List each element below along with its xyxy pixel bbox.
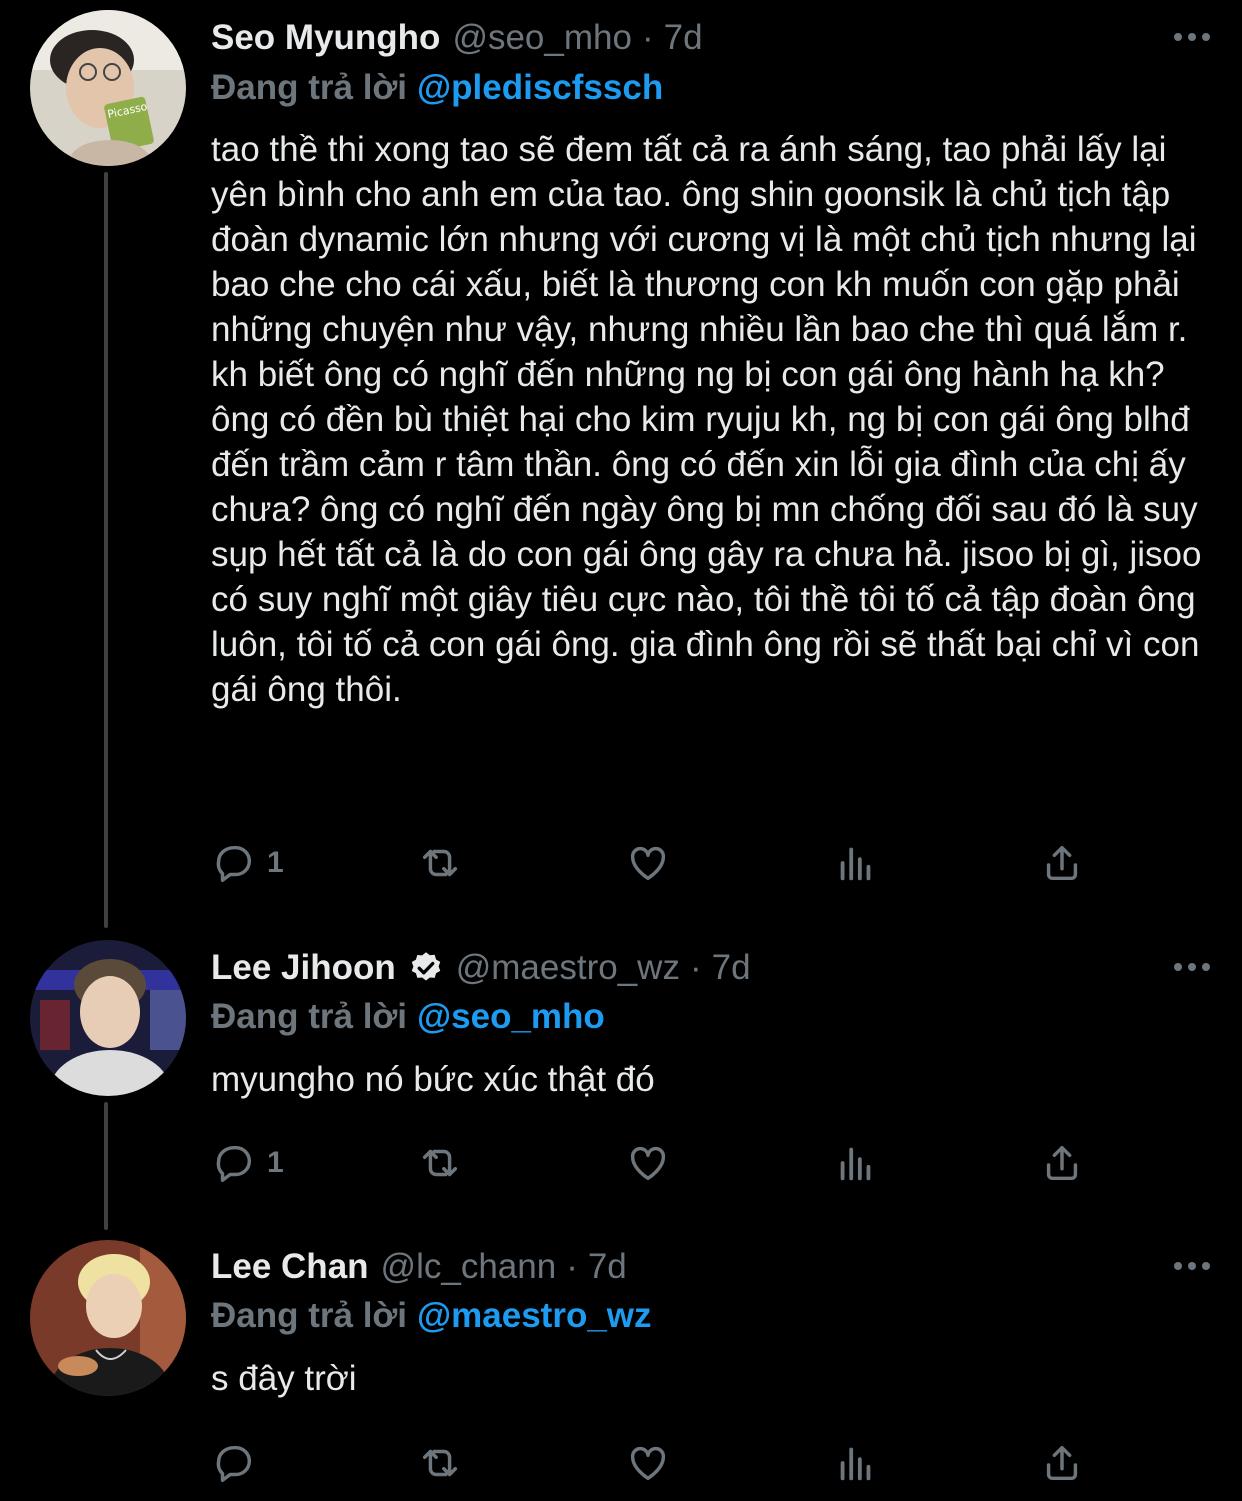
more-icon[interactable]: [1172, 947, 1212, 987]
retweet-icon: [422, 1449, 458, 1477]
tweet-header: Lee Jihoon @maestro_wz · 7d: [211, 943, 1182, 993]
reply-button[interactable]: 1: [211, 838, 284, 888]
retweet-button[interactable]: [417, 1438, 463, 1488]
replying-label: Đang trả lời: [211, 997, 408, 1036]
like-icon: [630, 846, 666, 881]
retweet-button[interactable]: [417, 838, 463, 888]
separator-dot: ·: [566, 1247, 578, 1286]
analytics-icon: [840, 1447, 871, 1481]
like-icon: [630, 1146, 666, 1181]
like-button[interactable]: [625, 1138, 671, 1188]
reply-count: 1: [267, 1146, 284, 1179]
retweet-icon: [422, 849, 458, 877]
share-icon: [1046, 845, 1078, 881]
analytics-icon: [840, 1147, 871, 1181]
replying-to: Đang trả lời @maestro_wz: [211, 1291, 652, 1341]
tweet-header: Seo Myungho @seo_mho · 7d: [211, 13, 1182, 63]
tweet-text: s đây trời: [211, 1359, 357, 1398]
reply-count: 1: [267, 846, 284, 879]
user-handle[interactable]: @lc_chann: [381, 1242, 557, 1292]
user-handle[interactable]: @seo_mho: [452, 13, 632, 63]
tweet-actions: [211, 1438, 1091, 1488]
share-icon: [1046, 1145, 1078, 1181]
analytics-button[interactable]: [833, 838, 879, 888]
share-button[interactable]: [1039, 1138, 1085, 1188]
reply-icon: [216, 845, 252, 882]
reply-icon: [216, 1145, 252, 1182]
display-name[interactable]: Lee Jihoon: [211, 943, 396, 993]
share-icon: [1046, 1445, 1078, 1481]
reply-button[interactable]: 1: [211, 1138, 284, 1188]
like-icon: [630, 1446, 666, 1481]
mention-link[interactable]: @maestro_wz: [417, 1296, 652, 1335]
replying-to: Đang trả lời @seo_mho: [211, 992, 605, 1042]
separator-dot: ·: [689, 948, 702, 987]
tweet-text: myungho nó bức xúc thật đó: [211, 1060, 655, 1099]
user-handle[interactable]: @maestro_wz: [456, 943, 680, 993]
tweet-header: Lee Chan @lc_chann · 7d: [211, 1242, 1182, 1292]
display-name[interactable]: Lee Chan: [211, 1242, 369, 1292]
reply-thread: Picasso Seo Myungho @seo_mho · 7d Đang t…: [0, 0, 1242, 1501]
avatar[interactable]: Picasso: [30, 10, 186, 166]
more-icon[interactable]: [1172, 1246, 1212, 1286]
mention-link[interactable]: @seo_mho: [417, 997, 605, 1036]
thread-connector: [104, 172, 108, 928]
mention-link[interactable]: @pledisсfssch: [417, 68, 663, 107]
timestamp[interactable]: 7d: [588, 1242, 627, 1292]
analytics-button[interactable]: [833, 1138, 879, 1188]
timestamp[interactable]: 7d: [712, 943, 751, 993]
reply-button[interactable]: [211, 1438, 267, 1488]
display-name[interactable]: Seo Myungho: [211, 13, 440, 63]
replying-label: Đang trả lời: [211, 68, 408, 107]
avatar[interactable]: [30, 1240, 186, 1396]
tweet-actions: 1: [211, 1138, 1091, 1188]
like-button[interactable]: [625, 1438, 671, 1488]
separator-dot: ·: [641, 18, 654, 57]
tweet-text: tao thề thi xong tao sẽ đem tất cả ra án…: [211, 130, 1212, 709]
share-button[interactable]: [1039, 838, 1085, 888]
more-icon[interactable]: [1172, 17, 1212, 57]
analytics-button[interactable]: [833, 1438, 879, 1488]
retweet-button[interactable]: [417, 1138, 463, 1188]
avatar[interactable]: [30, 940, 186, 1096]
like-button[interactable]: [625, 838, 671, 888]
timestamp[interactable]: 7d: [664, 13, 703, 63]
share-button[interactable]: [1039, 1438, 1085, 1488]
verified-badge-icon: [411, 952, 440, 981]
reply-icon: [216, 1445, 252, 1482]
retweet-icon: [422, 1149, 458, 1177]
analytics-icon: [840, 847, 871, 881]
replying-label: Đang trả lời: [211, 1296, 408, 1335]
tweet-actions: 1: [211, 838, 1091, 888]
replying-to: Đang trả lời @pledisсfssch: [211, 63, 663, 113]
thread-connector: [104, 1102, 108, 1230]
